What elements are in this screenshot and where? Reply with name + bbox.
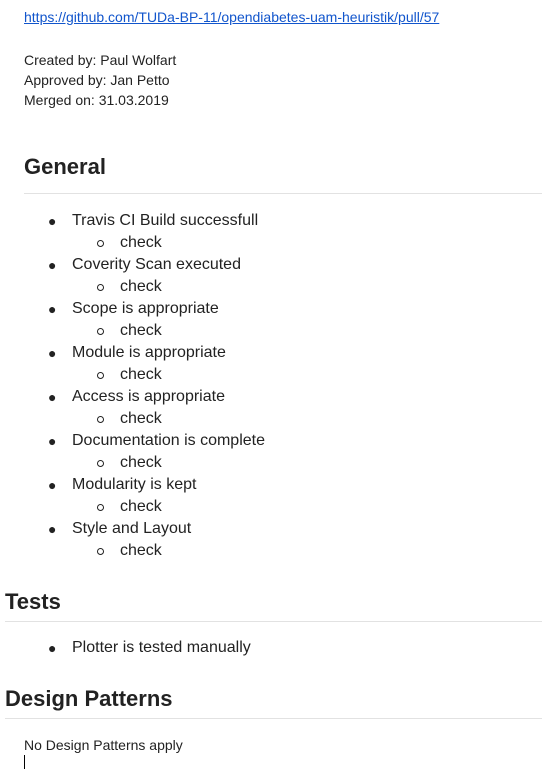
list-item: ● Plotter is tested manually (0, 637, 542, 659)
sub-item-label: check (120, 366, 162, 383)
bullet-icon: ● (48, 345, 57, 361)
circle-bullet-icon (97, 504, 104, 511)
circle-bullet-icon (97, 328, 104, 335)
circle-bullet-icon (97, 548, 104, 555)
approved-by: Approved by: Jan Petto (24, 72, 170, 88)
section-heading-design-patterns: Design Patterns (5, 686, 173, 711)
design-patterns-text[interactable]: No Design Patterns apply (24, 737, 183, 753)
sub-item-label: check (120, 234, 162, 251)
bullet-icon: ● (48, 521, 57, 537)
bullet-icon: ● (48, 301, 57, 317)
divider (5, 718, 542, 719)
bullet-icon: ● (48, 389, 57, 405)
sub-item-label: check (120, 498, 162, 515)
bullet-icon: ● (48, 640, 57, 656)
sub-item-label: check (120, 454, 162, 471)
sub-item-label: check (120, 278, 162, 295)
list-item-label: Scope is appropriate (72, 300, 219, 317)
list-item-label: Module is appropriate (72, 344, 226, 361)
sub-item-label: check (120, 542, 162, 559)
list-item-label: Coverity Scan executed (72, 256, 241, 273)
circle-bullet-icon (97, 416, 104, 423)
section-heading-tests: Tests (5, 589, 61, 614)
circle-bullet-icon (97, 240, 104, 247)
sub-item-label: check (120, 410, 162, 427)
created-by: Created by: Paul Wolfart (24, 52, 177, 68)
list-item-label: Documentation is complete (72, 432, 265, 449)
divider (5, 621, 542, 622)
list-item-label: Style and Layout (72, 520, 192, 537)
section-heading-general: General (24, 154, 106, 179)
bullet-icon: ● (48, 213, 57, 229)
list-item-label: Modularity is kept (72, 476, 197, 493)
pr-metadata: Created by: Paul Wolfart Approved by: Ja… (24, 50, 176, 110)
divider (24, 193, 542, 194)
bullet-icon: ● (48, 477, 57, 493)
pull-request-link[interactable]: https://github.com/TUDa-BP-11/opendiabet… (24, 9, 439, 25)
bullet-icon: ● (48, 433, 57, 449)
list-item-label: Access is appropriate (72, 388, 225, 405)
list-item-label: Travis CI Build successfull (72, 212, 259, 229)
circle-bullet-icon (97, 372, 104, 379)
tests-list: ● Plotter is tested manually (0, 637, 542, 659)
circle-bullet-icon (97, 460, 104, 467)
merged-on: Merged on: 31.03.2019 (24, 92, 169, 108)
bullet-icon: ● (48, 257, 57, 273)
sub-item-label: check (120, 322, 162, 339)
list-item-label: Plotter is tested manually (72, 639, 251, 656)
text-cursor (24, 755, 25, 769)
circle-bullet-icon (97, 284, 104, 291)
